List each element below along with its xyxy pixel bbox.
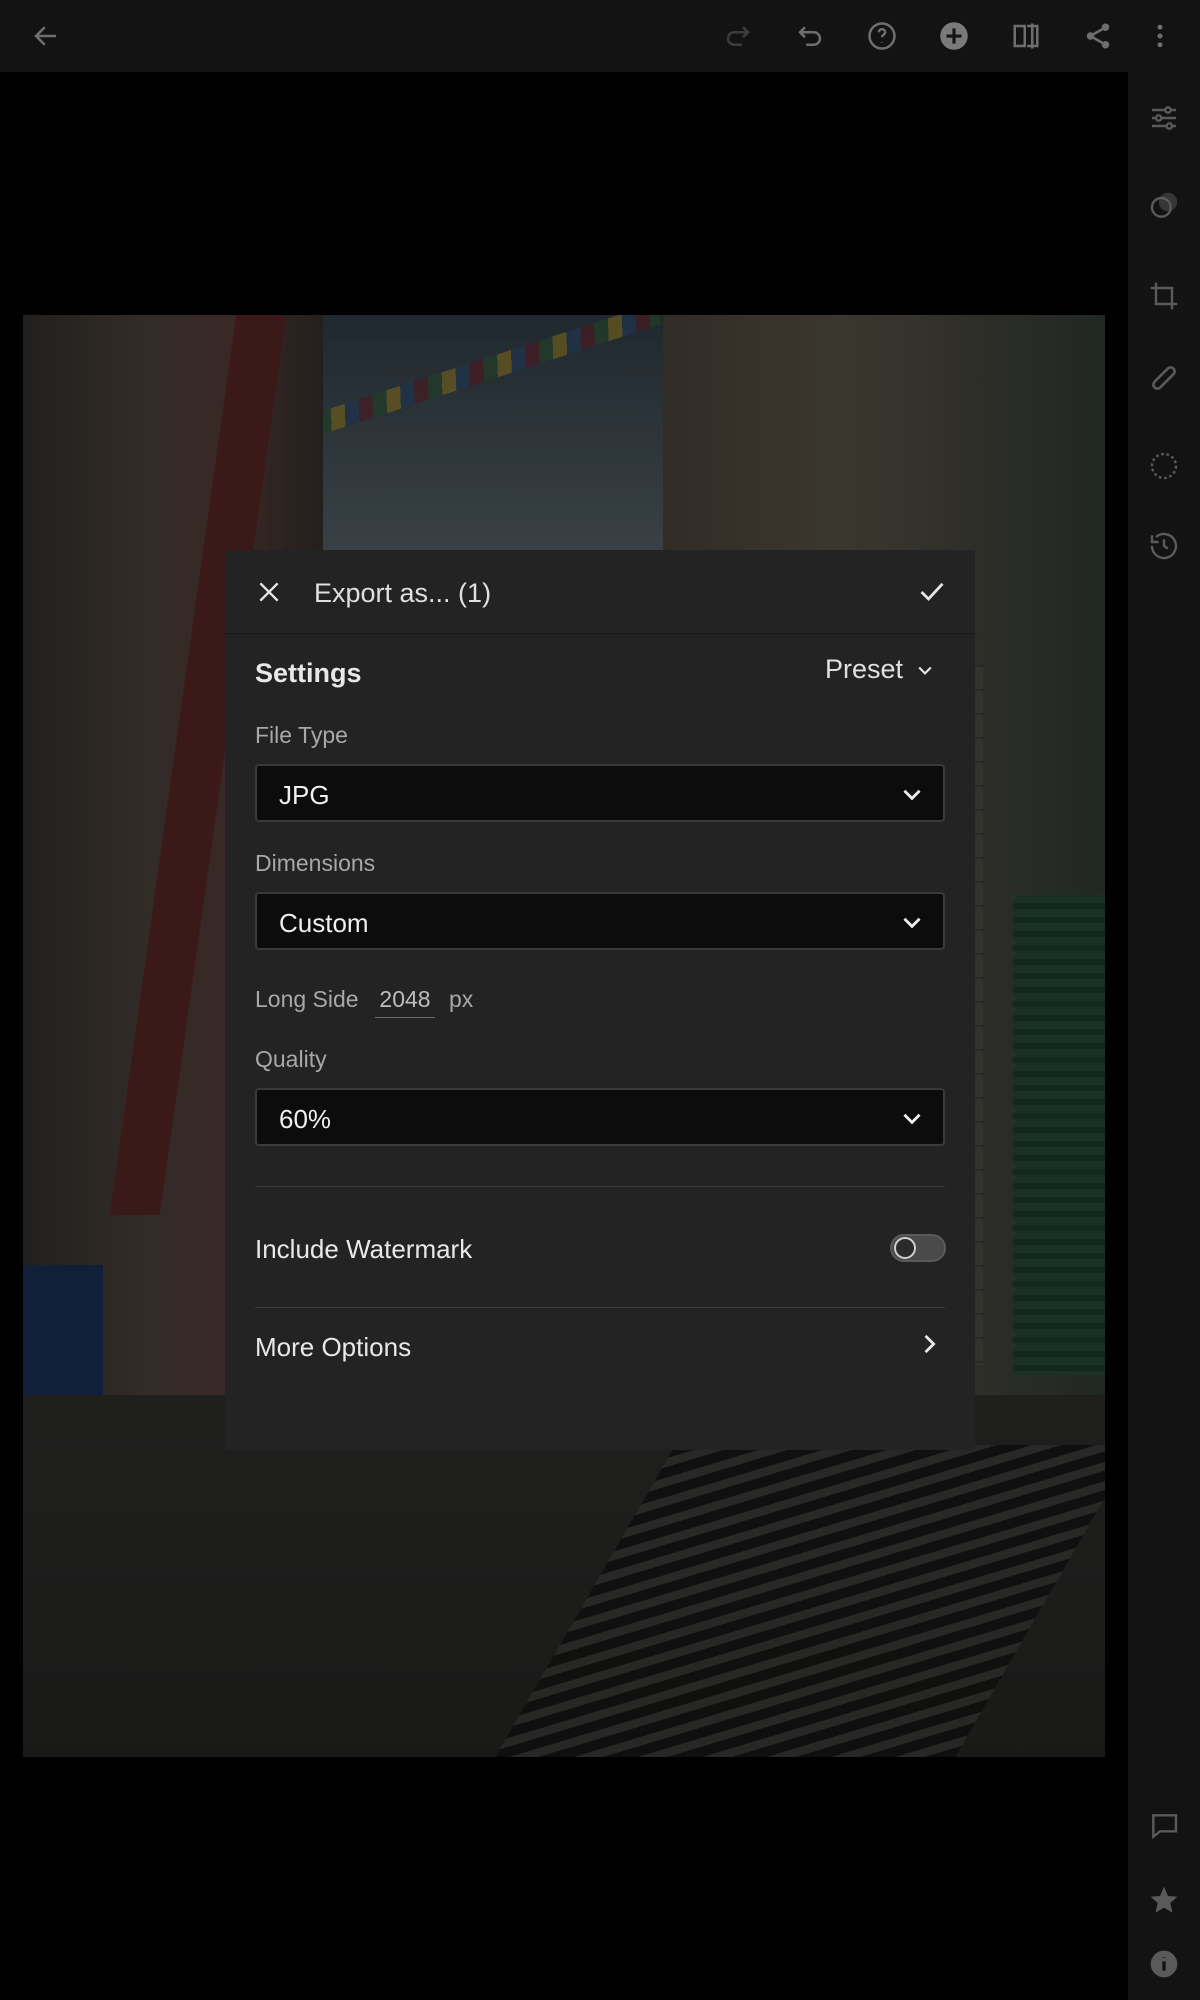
- quality-label: Quality: [255, 1046, 327, 1072]
- edit-sliders-icon[interactable]: [1140, 94, 1188, 142]
- dialog-title: Export as... (1): [314, 578, 492, 608]
- help-icon[interactable]: [860, 14, 904, 58]
- divider: [255, 1307, 945, 1308]
- back-arrow-icon[interactable]: [24, 14, 68, 58]
- settings-heading: Settings: [255, 658, 362, 688]
- chevron-down-icon: [903, 1113, 921, 1125]
- file-type-value: JPG: [279, 780, 330, 810]
- chevron-down-icon: [903, 789, 921, 801]
- presets-icon[interactable]: [1140, 182, 1188, 230]
- undo-icon[interactable]: [788, 14, 832, 58]
- right-tool-panel: [1128, 72, 1200, 2000]
- preset-label: Preset: [825, 654, 904, 684]
- share-icon[interactable]: [1076, 14, 1120, 58]
- add-icon[interactable]: [932, 14, 976, 58]
- watermark-label: Include Watermark: [255, 1234, 473, 1264]
- long-side-label: Long Side: [255, 986, 359, 1012]
- compare-icon[interactable]: [1004, 14, 1048, 58]
- file-type-label: File Type: [255, 722, 348, 748]
- history-icon[interactable]: [1140, 522, 1188, 570]
- export-dialog: Export as... (1) Settings Preset File Ty…: [225, 550, 975, 1450]
- confirm-check-icon[interactable]: [910, 570, 954, 614]
- star-icon[interactable]: [1140, 1876, 1188, 1924]
- top-toolbar: [0, 0, 1200, 72]
- dimensions-label: Dimensions: [255, 850, 376, 876]
- quality-select[interactable]: 60%: [255, 1088, 945, 1146]
- more-options-label[interactable]: More Options: [255, 1332, 411, 1363]
- dimensions-value: Custom: [279, 908, 369, 938]
- chevron-down-icon: [903, 917, 921, 929]
- long-side-unit: px: [449, 986, 474, 1012]
- dialog-header: Export as... (1): [225, 550, 975, 634]
- info-icon[interactable]: [1140, 1940, 1188, 1988]
- divider: [255, 1186, 945, 1187]
- healing-icon[interactable]: [1140, 354, 1188, 402]
- close-icon[interactable]: [247, 570, 291, 614]
- chevron-right-icon[interactable]: [915, 1330, 943, 1358]
- toggle-knob: [894, 1237, 916, 1259]
- crop-icon[interactable]: [1140, 272, 1188, 320]
- dimensions-select[interactable]: Custom: [255, 892, 945, 950]
- preset-dropdown[interactable]: Preset: [825, 654, 935, 685]
- comment-icon[interactable]: [1140, 1802, 1188, 1850]
- masking-icon[interactable]: [1140, 442, 1188, 490]
- redo-icon[interactable]: [716, 14, 760, 58]
- long-side-input[interactable]: 2048: [375, 982, 435, 1018]
- chevron-down-icon: [918, 666, 932, 675]
- file-type-select[interactable]: JPG: [255, 764, 945, 822]
- watermark-toggle[interactable]: [890, 1234, 946, 1262]
- more-vertical-icon[interactable]: [1138, 14, 1182, 58]
- quality-value: 60%: [279, 1104, 332, 1134]
